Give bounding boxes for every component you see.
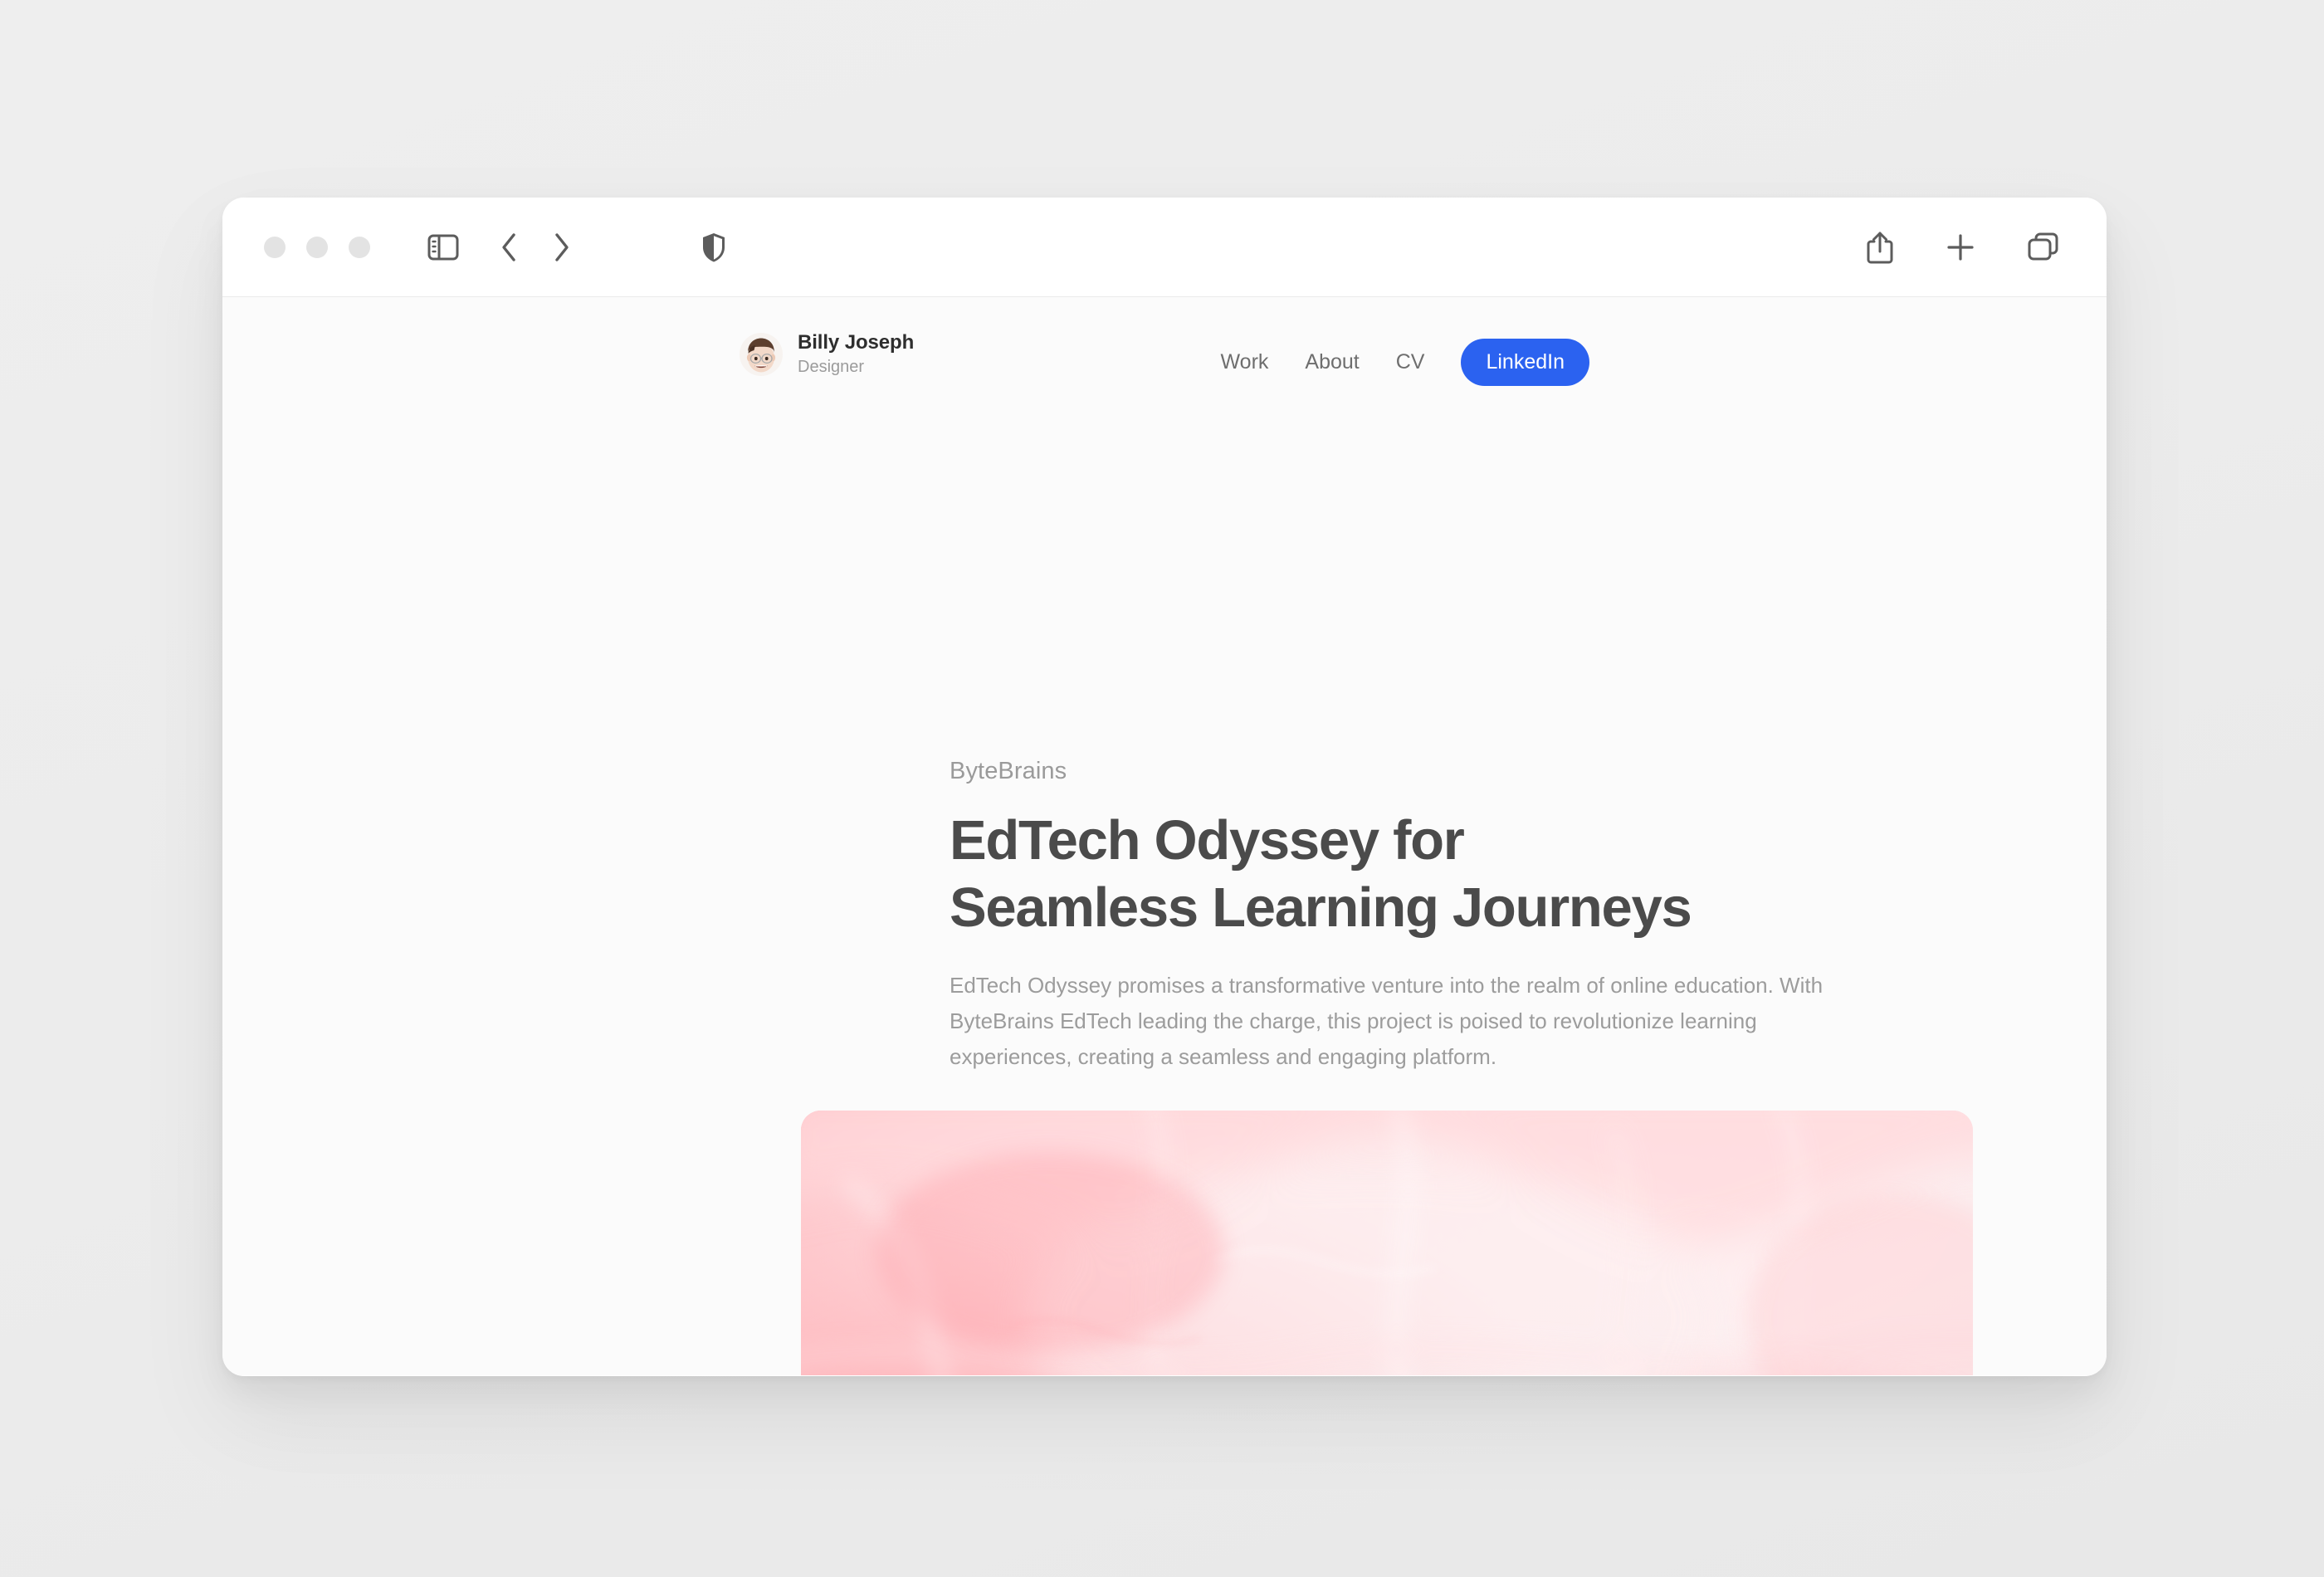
nav-link-cv[interactable]: CV bbox=[1396, 350, 1425, 374]
shield-icon[interactable] bbox=[701, 232, 727, 263]
maximize-window-button[interactable] bbox=[349, 236, 370, 258]
site-header: Billy Joseph Designer Work About CV Link… bbox=[222, 297, 2107, 401]
minimize-window-button[interactable] bbox=[306, 236, 328, 258]
brand-text: Billy Joseph Designer bbox=[798, 330, 914, 378]
sidebar-toggle-icon[interactable] bbox=[427, 234, 459, 261]
share-icon[interactable] bbox=[1866, 231, 1894, 264]
nav-link-work[interactable]: Work bbox=[1221, 350, 1269, 374]
linkedin-button[interactable]: LinkedIn bbox=[1461, 339, 1589, 386]
brand-role: Designer bbox=[798, 358, 865, 376]
brand-identity[interactable]: Billy Joseph Designer bbox=[740, 330, 914, 378]
chevron-left-icon[interactable] bbox=[499, 232, 519, 263]
nav-link-about[interactable]: About bbox=[1305, 350, 1359, 374]
project-cover-image bbox=[801, 1111, 1973, 1375]
toolbar-right-actions bbox=[1866, 198, 2060, 297]
chevron-right-icon[interactable] bbox=[552, 232, 572, 263]
project-client-label: ByteBrains bbox=[950, 758, 1067, 784]
window-controls bbox=[264, 236, 370, 258]
browser-toolbar bbox=[222, 198, 2107, 297]
hero-section: ByteBrains EdTech Odyssey for Seamless L… bbox=[950, 758, 1871, 1075]
tab-overview-icon[interactable] bbox=[2027, 232, 2060, 263]
close-window-button[interactable] bbox=[264, 236, 286, 258]
plus-icon[interactable] bbox=[1946, 232, 1975, 262]
safari-browser-window: first-attempt.framer.website bbox=[222, 198, 2107, 1376]
hero-description: EdTech Odyssey promises a transformative… bbox=[950, 973, 1824, 1069]
page-title: EdTech Odyssey for Seamless Learning Jou… bbox=[950, 809, 1692, 940]
memoji-avatar bbox=[740, 332, 783, 376]
site-navigation: Work About CV LinkedIn bbox=[1221, 339, 1589, 386]
brand-name: Billy Joseph bbox=[798, 331, 915, 354]
web-page-viewport: Billy Joseph Designer Work About CV Link… bbox=[222, 297, 2107, 1375]
